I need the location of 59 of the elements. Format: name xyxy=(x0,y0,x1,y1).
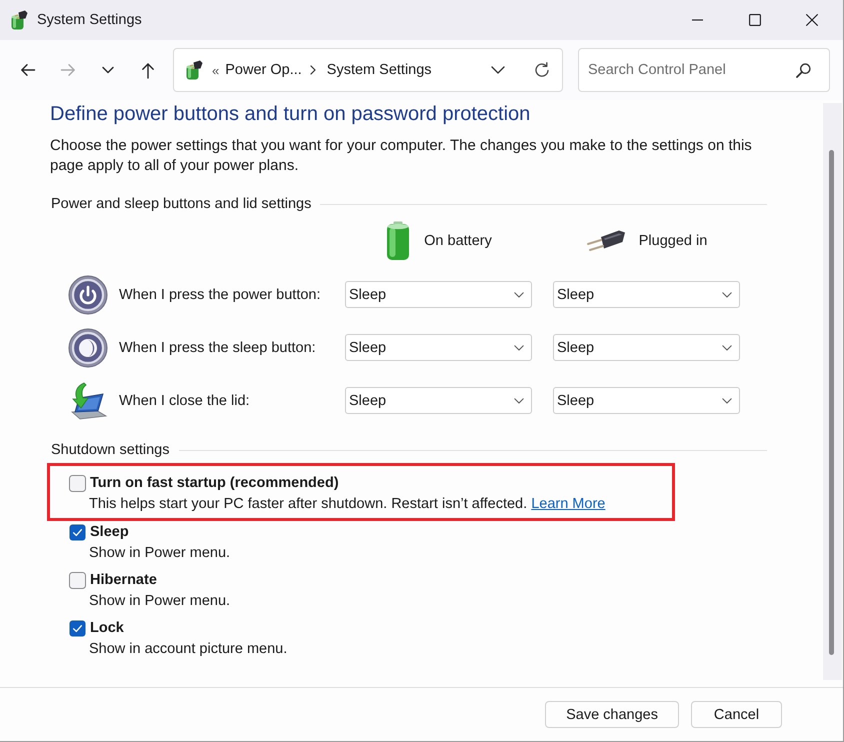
option-label: Lock xyxy=(90,620,124,636)
breadcrumb-item[interactable]: System Settings xyxy=(326,62,432,78)
cancel-button[interactable]: Cancel xyxy=(691,701,782,728)
chevron-down-icon xyxy=(722,398,732,404)
checkbox[interactable] xyxy=(69,572,86,588)
breadcrumb-item[interactable]: Power Op... xyxy=(225,62,302,78)
setting-label: When I close the lid: xyxy=(119,392,250,408)
laptop-arrow-icon xyxy=(68,380,108,420)
setting-label: When I press the sleep button: xyxy=(119,340,316,356)
search-field[interactable]: Search Control Panel xyxy=(578,48,830,92)
chevron-right-icon xyxy=(310,65,316,75)
intro-text: Choose the power settings that you want for your computer. The changes you make to the settings on this page apply to all of your power plans. xyxy=(50,136,753,176)
save-button[interactable]: Save changes xyxy=(545,701,679,728)
arrow-left-icon xyxy=(20,62,36,78)
option-label: Hibernate xyxy=(90,572,157,588)
option-description: Show in Power menu. xyxy=(89,544,230,563)
column-label: On battery xyxy=(424,233,492,249)
option-description: Show in account picture menu. xyxy=(89,640,288,659)
checkbox[interactable] xyxy=(69,620,86,636)
power-icon xyxy=(68,274,108,314)
column-label: Plugged in xyxy=(638,233,708,249)
section-title: Shutdown settings xyxy=(51,442,170,458)
dropdown[interactable]: Sleep xyxy=(345,387,532,414)
moon-icon xyxy=(68,328,108,368)
search-icon xyxy=(796,63,811,78)
arrow-right-icon xyxy=(60,62,76,78)
chevron-down-icon xyxy=(722,344,732,350)
battery-plug-icon xyxy=(10,10,28,30)
refresh-icon xyxy=(534,62,550,78)
chevron-down-icon xyxy=(514,398,524,404)
dropdown[interactable]: Sleep xyxy=(553,281,740,308)
page-heading: Define power buttons and turn on password protection xyxy=(50,102,530,126)
option-description: Show in Power menu. xyxy=(89,592,230,611)
window-title: System Settings xyxy=(37,12,142,28)
arrow-up-icon xyxy=(140,62,156,78)
option-label: Turn on fast startup (recommended) xyxy=(90,475,339,491)
dropdown[interactable]: Sleep xyxy=(553,334,740,361)
chevron-down-icon xyxy=(514,344,524,350)
breadcrumb-overflow[interactable]: « xyxy=(212,62,220,78)
chevron-down-icon xyxy=(491,66,505,74)
dropdown[interactable]: Sleep xyxy=(345,281,532,308)
dropdown[interactable]: Sleep xyxy=(345,334,532,361)
option-label: Sleep xyxy=(90,524,129,540)
checkbox[interactable] xyxy=(69,474,86,492)
option-description: This helps start your PC faster after shutdown. Restart isn’t affected. Learn More xyxy=(89,495,606,514)
chevron-down-icon xyxy=(102,66,114,74)
checkbox[interactable] xyxy=(69,524,86,540)
learn-more-link[interactable]: Learn More xyxy=(531,496,606,512)
setting-label: When I press the power button: xyxy=(119,286,320,302)
chevron-down-icon xyxy=(514,292,524,298)
scrollbar-thumb[interactable] xyxy=(829,150,834,655)
section-title: Power and sleep buttons and lid settings xyxy=(51,196,312,212)
battery-plug-icon xyxy=(185,60,203,80)
plug-icon xyxy=(586,229,626,253)
minimize-icon xyxy=(692,19,703,21)
address-bar[interactable]: « Power Op... System Settings xyxy=(173,48,563,92)
dropdown[interactable]: Sleep xyxy=(553,387,740,414)
battery-icon xyxy=(385,221,412,261)
chevron-down-icon xyxy=(722,292,732,298)
